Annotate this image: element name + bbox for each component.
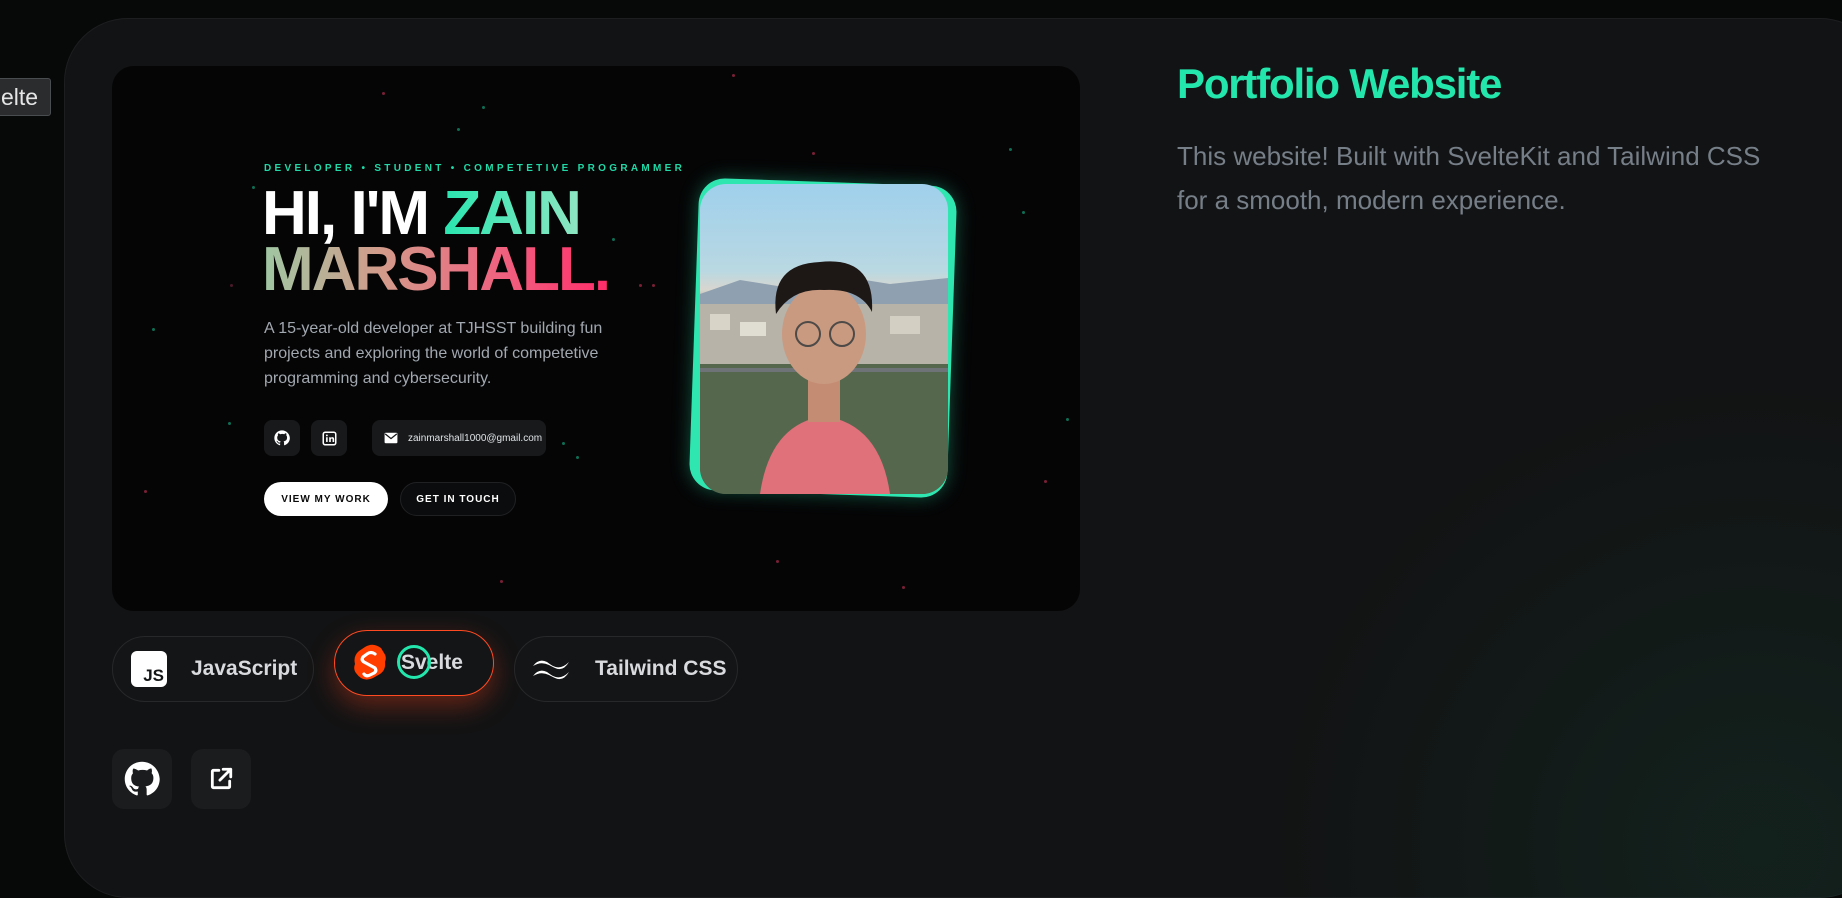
tooltip: elte <box>0 78 52 116</box>
javascript-icon: JS <box>131 651 167 687</box>
github-icon <box>274 430 290 446</box>
star-dot <box>252 186 255 189</box>
github-link-button[interactable] <box>112 749 172 809</box>
profile-photo <box>700 184 948 494</box>
star-dot <box>776 560 779 563</box>
star-dot <box>228 422 231 425</box>
tech-chip-label: Svelte <box>397 645 463 679</box>
star-dot <box>1066 418 1069 421</box>
star-dot <box>230 284 233 287</box>
hero-last-name: MARSHALL. <box>262 235 611 304</box>
external-link-button[interactable] <box>191 749 251 809</box>
star-dot <box>732 74 735 77</box>
star-dot <box>576 456 579 459</box>
star-dot <box>562 442 565 445</box>
project-description: This website! Built with SvelteKit and T… <box>1177 141 1761 215</box>
star-dot <box>812 152 815 155</box>
view-my-work-button[interactable]: VIEW MY WORK <box>264 482 388 516</box>
star-dot <box>1009 148 1012 151</box>
star-dot <box>652 284 655 287</box>
tailwind-icon <box>533 660 569 680</box>
preview-github-button[interactable] <box>264 420 300 456</box>
star-dot <box>902 586 905 589</box>
profile-photo-illustration <box>700 261 948 494</box>
star-dot <box>639 284 642 287</box>
cursor-highlight-ring <box>397 645 431 679</box>
tech-chip-label: JavaScript <box>191 657 298 680</box>
project-title: Portfolio Website <box>1177 60 1502 107</box>
star-dot <box>144 490 147 493</box>
tech-chip-svelte[interactable]: Svelte <box>334 630 494 696</box>
external-link-icon <box>210 767 233 790</box>
star-dot <box>152 328 155 331</box>
project-preview[interactable]: DEVELOPER • STUDENT • COMPETETIVE PROGRA… <box>112 66 1080 611</box>
project-card: DEVELOPER • STUDENT • COMPETETIVE PROGRA… <box>64 18 1842 898</box>
tech-chip-label: Tailwind CSS <box>595 657 727 680</box>
preview-hero-heading: HI, I'M ZAIN MARSHALL. <box>262 183 611 304</box>
star-dot <box>612 238 615 241</box>
preview-tagline: DEVELOPER • STUDENT • COMPETETIVE PROGRA… <box>264 163 686 174</box>
card-glow <box>1264 378 1842 898</box>
preview-email-button[interactable]: zainmarshall1000@gmail.com <box>372 420 546 456</box>
star-dot <box>382 92 385 95</box>
star-dot <box>482 106 485 109</box>
preview-linkedin-button[interactable] <box>311 420 347 456</box>
github-icon <box>124 761 160 796</box>
star-dot <box>457 128 460 131</box>
get-in-touch-button[interactable]: GET IN TOUCH <box>400 482 516 516</box>
tech-chip-javascript[interactable]: JS JavaScript <box>112 636 314 702</box>
svelte-icon <box>354 644 386 680</box>
preview-email-text: zainmarshall1000@gmail.com <box>408 432 543 444</box>
preview-bio: A 15-year-old developer at TJHSST buildi… <box>264 320 603 387</box>
tech-chip-tailwind[interactable]: Tailwind CSS <box>514 636 738 702</box>
star-dot <box>500 580 503 583</box>
star-dot <box>1044 480 1047 483</box>
star-dot <box>1022 211 1025 214</box>
linkedin-icon <box>322 431 336 445</box>
mail-icon <box>384 432 398 444</box>
